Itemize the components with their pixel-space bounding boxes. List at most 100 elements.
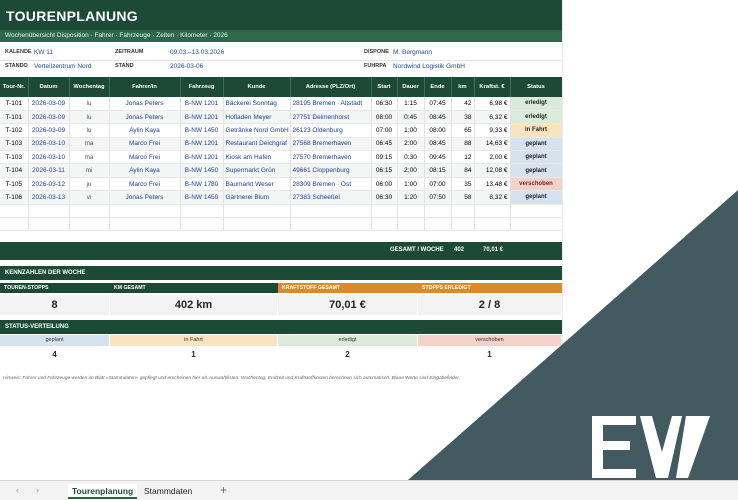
table-cell[interactable]: 12 [451,150,475,165]
table-cell[interactable]: B-NW 1450 [180,163,224,178]
empty-cell[interactable] [223,217,291,232]
table-cell[interactable]: Jonas Peters [109,190,181,205]
table-cell[interactable]: Marco Frei [109,150,181,165]
table-cell[interactable]: Aylin Kaya [109,163,181,178]
tab-tourenplanung[interactable]: Tourenplanung [68,484,138,499]
table-cell[interactable]: erledigt [510,97,563,111]
table-cell[interactable]: B-NW 1780 [180,177,224,192]
empty-cell[interactable] [290,217,372,232]
table-cell[interactable]: 0:45 [397,110,425,125]
fuhrpark-value[interactable]: Nordwind Logistik GmbH [393,60,465,73]
table-cell[interactable]: geplant [510,163,563,178]
standort-value[interactable]: Verteilzentrum Nord [34,60,91,73]
table-cell[interactable]: 2:00 [397,137,425,152]
table-cell[interactable]: Jonas Peters [109,110,181,125]
table-cell[interactable]: Gärtnerei Blum [223,190,291,205]
table-cell[interactable]: 26123 Oldenburg [290,123,372,138]
empty-cell[interactable] [0,217,29,232]
column-header[interactable]: Adresse (PLZ/Ort) [290,77,372,97]
table-cell[interactable]: B-NW 1201 [180,150,224,165]
empty-cell[interactable] [69,204,110,219]
table-cell[interactable]: 6,32 € [474,110,511,125]
next-sheet-icon[interactable]: › [36,485,39,495]
column-header[interactable]: Start [371,77,398,97]
table-cell[interactable]: 1:15 [397,97,425,111]
table-cell[interactable]: in Fahrt [510,123,563,138]
table-cell[interactable]: 08:15 [424,163,452,178]
table-cell[interactable]: 6,98 € [474,97,511,111]
empty-cell[interactable] [180,217,224,232]
column-header[interactable]: Status [510,77,563,97]
table-cell[interactable]: vi [69,190,110,205]
table-cell[interactable]: 08:00 [424,123,452,138]
table-cell[interactable]: 2026-03-11 [28,163,70,178]
table-cell[interactable]: Hofladen Meyer [223,110,291,125]
table-cell[interactable]: 13,48 € [474,177,511,192]
table-cell[interactable]: Getränke Nord GmbH [223,123,291,138]
empty-cell[interactable] [28,204,70,219]
table-cell[interactable]: Marco Frei [109,177,181,192]
table-cell[interactable]: Kiosk am Hafen [223,150,291,165]
table-cell[interactable]: 07:00 [371,123,398,138]
tab-stammdaten[interactable]: Stammdaten [140,484,196,499]
table-cell[interactable]: Marco Frei [109,137,181,152]
column-header[interactable]: km [451,77,475,97]
table-cell[interactable]: 06:00 [371,177,398,192]
table-cell[interactable]: 14,63 € [474,137,511,152]
table-cell[interactable]: T-101 [0,110,29,125]
table-cell[interactable]: 1:00 [397,123,425,138]
table-cell[interactable]: 09:15 [371,150,398,165]
table-cell[interactable]: 08:45 [424,137,452,152]
column-header[interactable]: Kunde [223,77,291,97]
table-cell[interactable]: 28195 Bremen · Altstadt [290,97,372,111]
table-cell[interactable]: 2,00 € [474,150,511,165]
table-cell[interactable]: ju [69,177,110,192]
table-cell[interactable]: 65 [451,123,475,138]
table-cell[interactable]: 07:00 [424,177,452,192]
table-cell[interactable]: 06:15 [371,163,398,178]
table-cell[interactable]: geplant [510,137,563,152]
table-cell[interactable]: verschoben [510,177,563,192]
table-cell[interactable]: B-NW 1450 [180,123,224,138]
table-cell[interactable]: 2026-03-10 [28,137,70,152]
table-cell[interactable]: 06:30 [371,97,398,111]
zeitraum-value[interactable]: 09.03.–13.03.2026 [170,46,224,59]
table-cell[interactable]: lu [69,110,110,125]
table-cell[interactable]: 27568 Bremerhaven [290,137,372,152]
table-cell[interactable]: T-104 [0,163,29,178]
table-cell[interactable]: 06:30 [371,190,398,205]
table-cell[interactable]: T-102 [0,123,29,138]
table-cell[interactable]: Supermarkt Grün [223,163,291,178]
stand-value[interactable]: 2026-03-06 [170,60,203,73]
column-header[interactable]: Wochentag [69,77,110,97]
table-cell[interactable]: 07:45 [424,97,452,111]
table-cell[interactable]: 08:45 [424,110,452,125]
table-cell[interactable]: 0:30 [397,150,425,165]
table-cell[interactable]: mi [69,163,110,178]
empty-cell[interactable] [109,217,181,232]
table-cell[interactable]: 42 [451,97,475,111]
column-header[interactable]: Fahrzeug [180,77,224,97]
table-cell[interactable]: Restaurant Deichgraf [223,137,291,152]
empty-cell[interactable] [0,204,29,219]
table-cell[interactable]: 35 [451,177,475,192]
table-cell[interactable]: ma [69,150,110,165]
table-cell[interactable]: T-101 [0,97,29,111]
column-header[interactable]: Ende [424,77,452,97]
table-cell[interactable]: 28309 Bremen · Ost [290,177,372,192]
empty-cell[interactable] [290,204,372,219]
kalender-value[interactable]: KW 11 [34,46,53,59]
table-cell[interactable]: ma [69,137,110,152]
empty-cell[interactable] [371,204,398,219]
table-cell[interactable]: lu [69,123,110,138]
table-cell[interactable]: geplant [510,150,563,165]
table-cell[interactable]: Baumarkt Weser [223,177,291,192]
table-cell[interactable]: T-106 [0,190,29,205]
column-header[interactable]: Dauer [397,77,425,97]
table-cell[interactable]: 08:00 [371,110,398,125]
prev-sheet-icon[interactable]: ‹ [16,485,19,495]
table-cell[interactable]: B-NW 1201 [180,137,224,152]
table-cell[interactable]: 84 [451,163,475,178]
table-cell[interactable]: Jonas Peters [109,97,181,111]
table-cell[interactable]: 2026-03-10 [28,150,70,165]
